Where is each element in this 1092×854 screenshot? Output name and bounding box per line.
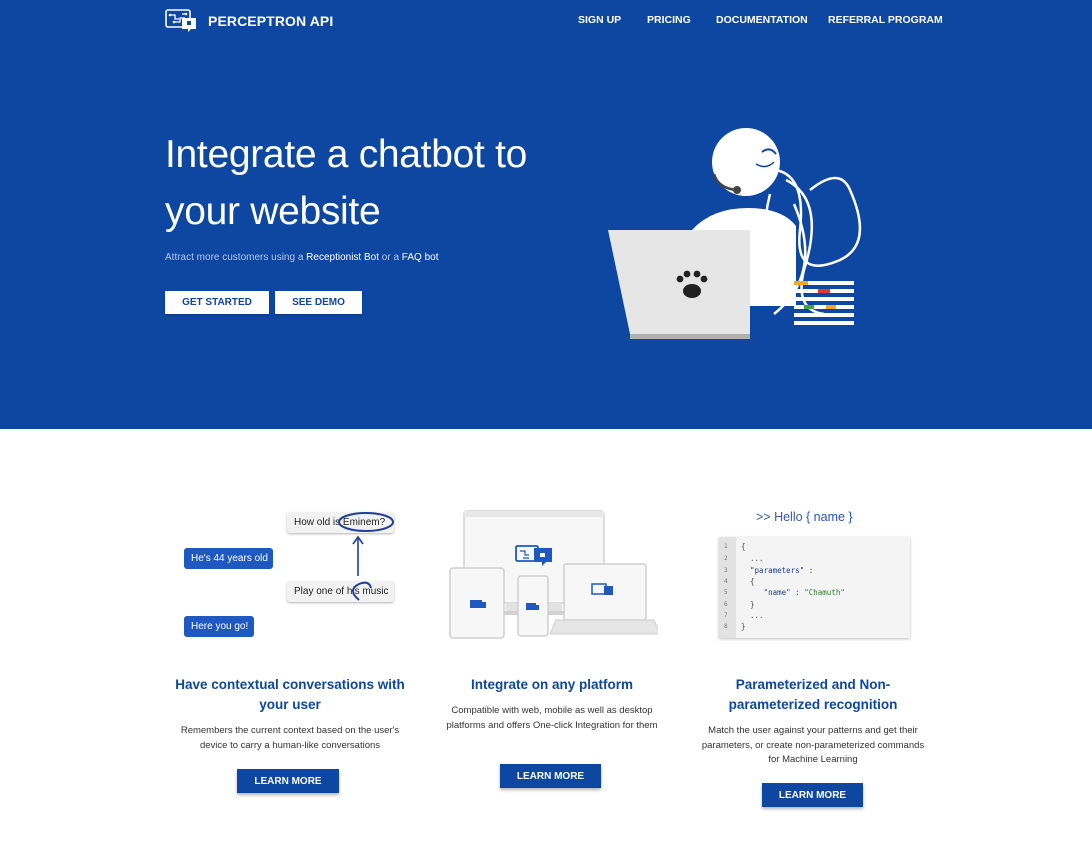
learn-more-contextual-button[interactable]: LEARN MORE (237, 769, 339, 793)
get-started-button[interactable]: GET STARTED (165, 291, 269, 314)
subtitle-text-start: Attract more customers using a (165, 252, 307, 263)
nav-referral-program[interactable]: REFERRAL PROGRAM (828, 14, 943, 26)
feature-desc-platform: Compatible with web, mobile as well as d… (446, 705, 658, 731)
faq-bot-link[interactable]: FAQ bot (402, 252, 439, 263)
hello-prefix: >> Hello (756, 510, 807, 524)
nav-sign-up[interactable]: SIGN UP (578, 14, 621, 26)
nav-pricing[interactable]: PRICING (647, 14, 691, 26)
hero-subtitle: Attract more customers using a Reception… (165, 252, 438, 263)
hero-section: PERCEPTRON API SIGN UP PRICING DOCUMENTA… (0, 0, 1092, 429)
feature-desc-contextual: Remembers the current context based on t… (180, 725, 400, 751)
see-demo-button[interactable]: SEE DEMO (275, 291, 362, 314)
learn-more-parameterized-button[interactable]: LEARN MORE (762, 783, 863, 807)
feature-title-contextual: Have contextual conversations with your … (175, 677, 405, 712)
top-nav: SIGN UP PRICING DOCUMENTATION REFERRAL P… (0, 14, 1092, 28)
chat-bubble-answer: He's 44 years old (184, 548, 273, 569)
feature-title-parameterized: Parameterized and Non-parameterized reco… (728, 677, 898, 712)
devices-illustration (449, 510, 658, 639)
receptionist-bot-link[interactable]: Receptionist Bot (306, 252, 379, 263)
chat-bubble-reply: Here you go! (184, 616, 254, 637)
hello-template-text: >> Hello { name } (756, 510, 853, 524)
subtitle-text-mid: or a (379, 252, 402, 263)
feature-desc-parameterized: Match the user against your patterns and… (701, 725, 925, 765)
hello-variable: { name } (806, 510, 853, 524)
learn-more-platform-button[interactable]: LEARN MORE (500, 764, 601, 788)
feature-title-platform: Integrate on any platform (470, 677, 634, 692)
code-snippet: 1{ 2 ... 3 "parameters" : 4 { 5 "name" :… (719, 537, 910, 638)
nav-documentation[interactable]: DOCUMENTATION (716, 14, 808, 26)
support-agent-illustration (608, 128, 862, 339)
hero-title: Integrate a chatbot to your website (165, 133, 527, 233)
context-arrow-icon (338, 512, 394, 601)
